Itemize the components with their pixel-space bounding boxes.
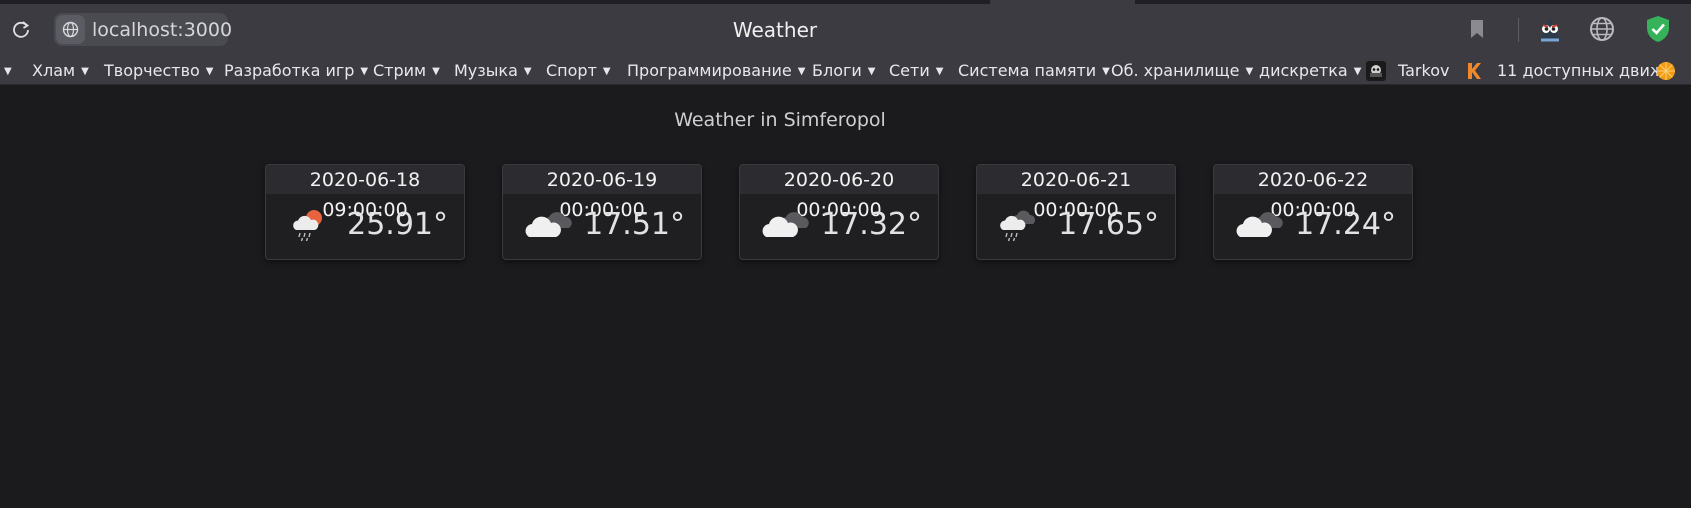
bookmark-folder-seti[interactable]: Сети ▼ bbox=[889, 61, 943, 80]
rain-sun-icon bbox=[293, 210, 322, 242]
forecast-card: 2020-06-22 00:00:00 17.24° bbox=[1213, 164, 1413, 260]
globe-icon[interactable] bbox=[1589, 16, 1615, 42]
bookmarks-overflow-arrow[interactable]: ▼ bbox=[4, 61, 12, 80]
forecast-temperature: 17.24° bbox=[1295, 207, 1396, 242]
forecast-card: 2020-06-20 00:00:00 17.32° bbox=[739, 164, 939, 260]
cloudy-icon bbox=[762, 212, 809, 237]
forecast-card: 2020-06-18 09:00:00 25.91° bbox=[265, 164, 465, 260]
browser-toolbar: localhost:3000 Weather bbox=[0, 0, 1691, 58]
bookmark-tarkov[interactable]: Tarkov bbox=[1398, 61, 1449, 80]
cloudy-icon bbox=[1236, 212, 1283, 237]
bookmark-icon[interactable] bbox=[1469, 19, 1485, 39]
forecast-card: 2020-06-21 00:00:00 17.65° bbox=[976, 164, 1176, 260]
extension-icon[interactable] bbox=[1536, 14, 1564, 42]
forecast-datetime: 2020-06-22 00:00:00 bbox=[1214, 165, 1412, 221]
bookmark-folder-programmirovanie[interactable]: Программирование ▼ bbox=[627, 61, 805, 80]
k-favicon-icon bbox=[1468, 63, 1481, 79]
bookmark-folder-hlam[interactable]: Хлам ▼ bbox=[32, 61, 89, 80]
forecast-temperature: 17.51° bbox=[584, 207, 685, 242]
bookmark-folder-sistema-pamyati[interactable]: Система памяти ▼ bbox=[958, 61, 1110, 80]
toolbar-separator bbox=[1518, 18, 1519, 42]
bookmark-folder-muzyka[interactable]: Музыка ▼ bbox=[454, 61, 532, 80]
shield-icon[interactable] bbox=[1645, 15, 1671, 43]
bookmark-folder-tvorchestvo[interactable]: Творчество ▼ bbox=[104, 61, 213, 80]
forecast-datetime: 2020-06-20 00:00:00 bbox=[740, 165, 938, 221]
tarkov-favicon-icon bbox=[1366, 61, 1386, 81]
tab-title: Weather bbox=[732, 18, 818, 42]
bookmark-folder-razrabotka-igr[interactable]: Разработка игр ▼ bbox=[224, 61, 368, 80]
orange-favicon-icon bbox=[1657, 62, 1675, 80]
page-title: Weather in Simferopol bbox=[674, 109, 886, 131]
bookmark-folder-strim[interactable]: Стрим ▼ bbox=[373, 61, 440, 80]
tab-strip-edge bbox=[0, 0, 1691, 4]
bookmarks-bar: ▼ Хлам ▼ Творчество ▼ Разработка игр ▼ Стри… bbox=[0, 58, 1691, 85]
forecast-datetime: 2020-06-21 00:00:00 bbox=[977, 165, 1175, 221]
bookmark-11-dostupnyh[interactable]: 11 доступных движ bbox=[1497, 61, 1664, 80]
bookmark-folder-ob-hranilishe[interactable]: Об. хранилище ▼ bbox=[1111, 61, 1253, 80]
forecast-datetime: 2020-06-18 09:00:00 bbox=[266, 165, 464, 221]
forecast-card: 2020-06-19 00:00:00 17.51° bbox=[502, 164, 702, 260]
bookmark-folder-blogi[interactable]: Блоги ▼ bbox=[812, 61, 876, 80]
forecast-datetime: 2020-06-19 00:00:00 bbox=[503, 165, 701, 221]
cloud-rain-icon bbox=[1000, 210, 1035, 242]
cloudy-icon bbox=[525, 212, 572, 237]
bookmark-folder-sport[interactable]: Спорт ▼ bbox=[546, 61, 611, 80]
forecast-temperature: 17.65° bbox=[1058, 207, 1159, 242]
bookmark-folder-diskretka[interactable]: дискретка ▼ bbox=[1259, 61, 1361, 80]
forecast-temperature: 25.91° bbox=[347, 207, 448, 242]
forecast-temperature: 17.32° bbox=[821, 207, 922, 242]
